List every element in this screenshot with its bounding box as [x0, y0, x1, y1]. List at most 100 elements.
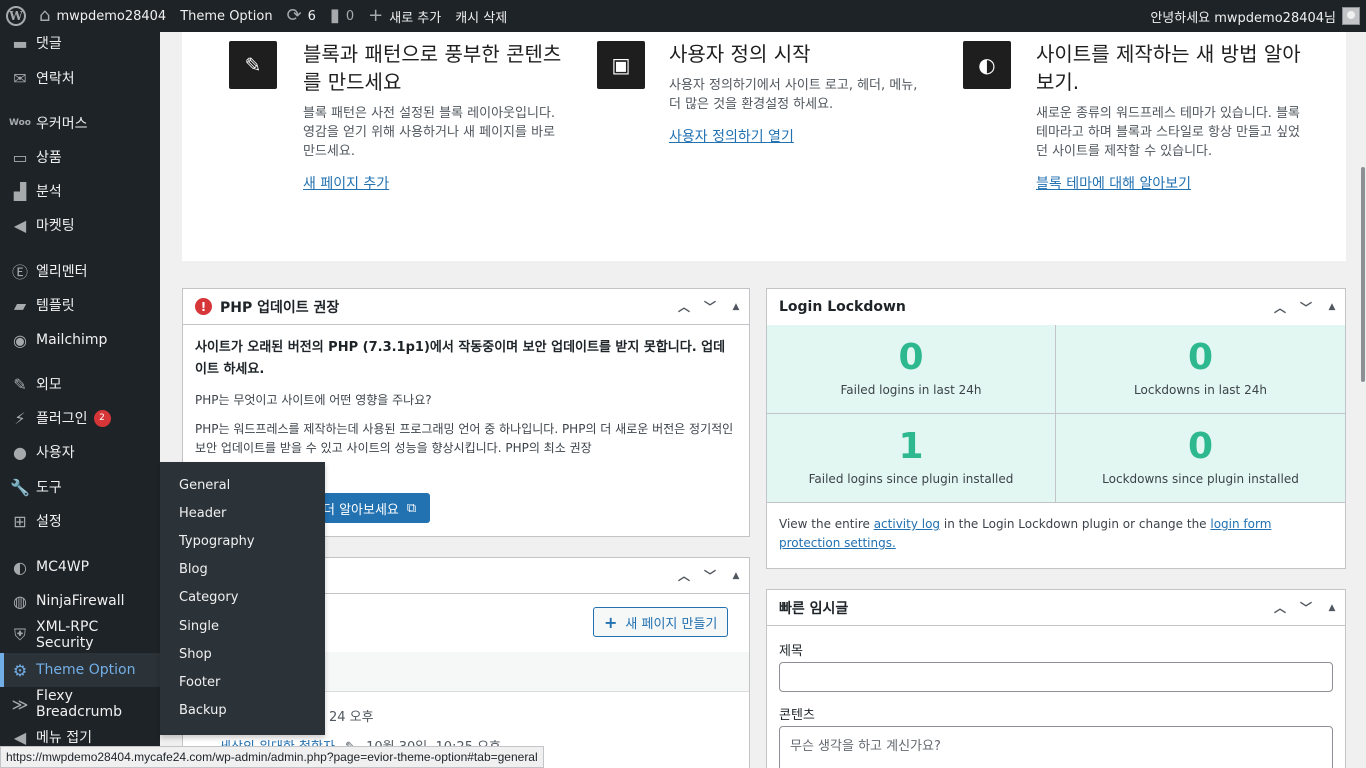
draft-title-input[interactable]: [779, 662, 1333, 692]
sidebar-label: 댓글: [36, 36, 62, 52]
submenu-item-category[interactable]: Category: [160, 584, 325, 612]
submenu-item-backup[interactable]: Backup: [160, 697, 325, 725]
block-themes-link[interactable]: 블록 테마에 대해 알아보기: [1036, 173, 1306, 193]
submenu-item-single[interactable]: Single: [160, 612, 325, 640]
cache-clear-link[interactable]: 캐시 삭제: [448, 0, 514, 32]
sidebar-item-settings[interactable]: ⊞ 설정: [0, 504, 160, 538]
settings-icon: ⊞: [13, 511, 27, 531]
mc4wp-icon: ◐: [13, 557, 27, 577]
elementor-icon: Ⓔ: [11, 263, 28, 282]
welcome-panel: ✎ 블록과 패턴으로 풍부한 콘텐츠를 만드세요 블록 패턴은 사전 설정된 블…: [182, 32, 1346, 261]
activity-time: 24 오후: [329, 710, 374, 725]
sidebar-item-products[interactable]: ▭ 상품: [0, 140, 160, 174]
lockdown-widget-header: Login Lockdown ︿ ﹀ ▲: [767, 289, 1345, 326]
megaphone-icon: ◀: [13, 215, 27, 235]
submenu-item-typography[interactable]: Typography: [160, 527, 325, 555]
sidebar-item-tools[interactable]: 🔧 도구: [0, 470, 160, 504]
submenu-item-general[interactable]: General: [160, 471, 325, 499]
submenu-item-blog[interactable]: Blog: [160, 556, 325, 584]
stat-lockdowns-total: 0 Lockdowns since plugin installed: [1056, 414, 1345, 503]
sidebar-item-analytics[interactable]: ▟ 분석: [0, 174, 160, 208]
admin-sidebar: ▬ 댓글 ✉ 연락처 Woo 우커머스 ▭ 상품 ▟ 분석 ◀ 마켓팅 Ⓔ 엘리멘터 ▰ 템플릿…: [0, 32, 160, 768]
activity-log-link[interactable]: activity log: [874, 517, 940, 531]
ninja-icon: ◍: [13, 591, 27, 611]
move-up-icon[interactable]: ︿: [1267, 599, 1293, 616]
move-up-icon[interactable]: ︿: [1267, 299, 1293, 316]
sidebar-label: Theme Option: [36, 662, 136, 678]
my-account-link[interactable]: 안녕하세요 mwpdemo28404님: [1143, 0, 1366, 32]
sidebar-label: 플러그인: [36, 411, 88, 427]
sidebar-label: 도구: [36, 480, 62, 496]
scrollbar-thumb[interactable]: [1361, 167, 1365, 382]
lockdown-stats: 0 Failed logins in last 24h 0 Lockdowns …: [767, 325, 1345, 503]
sidebar-label: 연락처: [36, 71, 75, 87]
sidebar-item-xmlrpc-security[interactable]: ⛨ XML-RPC Security: [0, 618, 160, 652]
open-customizer-link[interactable]: 사용자 정의하기 열기: [669, 126, 929, 146]
external-link-icon: ⧉: [406, 500, 417, 516]
submenu-item-header[interactable]: Header: [160, 499, 325, 527]
sidebar-item-comments[interactable]: ▬ 댓글: [0, 32, 160, 60]
toggle-panel-icon[interactable]: ▲: [723, 302, 749, 312]
updates-icon: ⟳: [286, 5, 302, 26]
plus-icon: +: [368, 5, 384, 26]
sidebar-label: MC4WP: [36, 559, 90, 575]
sidebar-label: Mailchimp: [36, 332, 108, 348]
sidebar-item-templates[interactable]: ▰ 템플릿: [0, 288, 160, 322]
sidebar-item-elementor[interactable]: Ⓔ 엘리멘터: [0, 254, 160, 288]
sidebar-item-mailchimp[interactable]: ◉ Mailchimp: [0, 323, 160, 357]
sidebar-item-woocommerce[interactable]: Woo 우커머스: [0, 106, 160, 140]
submenu-item-footer[interactable]: Footer: [160, 668, 325, 696]
welcome-column-themes: 사이트를 제작하는 새 방법 알아보기. 새로운 종류의 워드프레스 테마가 있…: [1036, 40, 1306, 193]
learn-more-button[interactable]: 더 알아보세요 ⧉: [313, 493, 431, 523]
sidebar-label: 사용자: [36, 445, 75, 461]
comment-icon: ▬: [12, 33, 28, 53]
sidebar-item-flexy-breadcrumb[interactable]: ≫ Flexy Breadcrumb: [0, 687, 160, 721]
sidebar-item-users[interactable]: ● 사용자: [0, 435, 160, 469]
current-indicator: [0, 653, 4, 687]
status-url: https://mwpdemo28404.mycafe24.com/wp-adm…: [6, 750, 538, 764]
warning-icon: !: [195, 298, 212, 315]
new-content-link[interactable]: + 새로 추가: [361, 0, 448, 32]
browser-status-bar: https://mwpdemo28404.mycafe24.com/wp-adm…: [0, 746, 544, 768]
sidebar-label: 메뉴 접기: [36, 730, 92, 746]
sidebar-item-mc4wp[interactable]: ◐ MC4WP: [0, 550, 160, 584]
submenu-item-shop[interactable]: Shop: [160, 640, 325, 668]
draft-content-textarea[interactable]: 무슨 생각을 하고 계신가요?: [779, 726, 1333, 768]
toggle-panel-icon[interactable]: ▲: [1319, 603, 1345, 613]
mailchimp-icon: ◉: [13, 330, 27, 350]
sidebar-item-contact[interactable]: ✉ 연락처: [0, 61, 160, 95]
mail-icon: ✉: [13, 68, 27, 88]
add-new-page-link[interactable]: 새 페이지 추가: [303, 173, 563, 193]
updates-count: 6: [307, 8, 316, 24]
wordpress-logo-button[interactable]: W: [0, 0, 32, 32]
move-down-icon[interactable]: ﹀: [1293, 299, 1319, 316]
comments-link[interactable]: ▮ 0: [323, 0, 361, 32]
sidebar-item-marketing[interactable]: ◀ 마켓팅: [0, 208, 160, 242]
move-down-icon[interactable]: ﹀: [697, 298, 723, 315]
create-new-page-button[interactable]: + 새 페이지 만들기: [593, 607, 729, 637]
move-up-icon[interactable]: ︿: [671, 567, 697, 584]
plugin-update-badge: 2: [93, 409, 111, 427]
move-up-icon[interactable]: ︿: [671, 298, 697, 315]
collapse-icon: ◀: [13, 727, 27, 747]
move-down-icon[interactable]: ﹀: [697, 567, 723, 584]
php-explanation: PHP는 워드프레스를 제작하는데 사용된 프로그래밍 언어 중 하나입니다. …: [195, 422, 734, 455]
gear-icon: ⚙: [12, 660, 28, 680]
site-name-link[interactable]: ⌂ mwpdemo28404: [32, 0, 173, 32]
updates-link[interactable]: ⟳ 6: [280, 0, 323, 32]
toggle-panel-icon[interactable]: ▲: [1319, 302, 1345, 312]
site-name-label: mwpdemo28404: [56, 8, 167, 24]
theme-option-link[interactable]: Theme Option: [173, 0, 279, 32]
lockdown-foot-pre: View the entire: [779, 517, 874, 531]
welcome-blocks-title: 블록과 패턴으로 풍부한 콘텐츠를 만드세요: [303, 42, 562, 94]
page-scrollbar[interactable]: [1360, 32, 1366, 768]
sidebar-item-theme-option[interactable]: ⚙ Theme Option: [0, 653, 160, 687]
sidebar-item-plugins[interactable]: ⚡ 플러그인 2: [0, 401, 160, 435]
sidebar-item-ninjafirewall[interactable]: ◍ NinjaFirewall: [0, 584, 160, 618]
layout-icon: ▣: [597, 41, 645, 89]
new-content-label: 새로 추가: [389, 10, 442, 26]
move-down-icon[interactable]: ﹀: [1293, 599, 1319, 616]
stat-label: Lockdowns in last 24h: [1134, 383, 1267, 397]
sidebar-item-appearance[interactable]: ✎ 외모: [0, 367, 160, 401]
toggle-panel-icon[interactable]: ▲: [723, 571, 749, 581]
